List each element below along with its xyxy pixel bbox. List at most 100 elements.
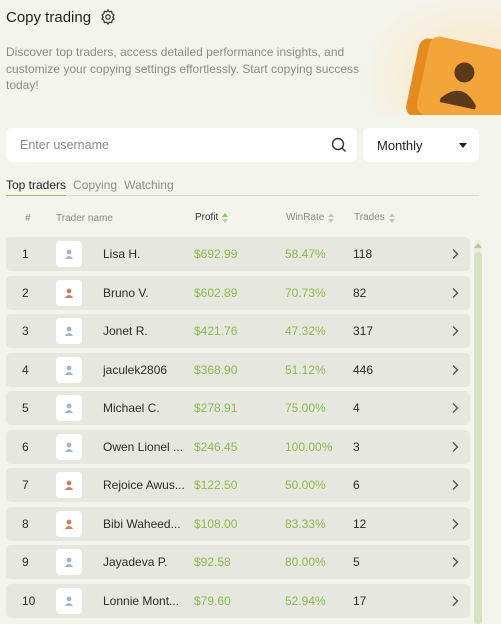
row-trader-name: Bruno V.	[103, 285, 149, 300]
chevron-right-icon[interactable]	[449, 314, 461, 348]
chevron-right-icon[interactable]	[449, 276, 461, 310]
table-row[interactable]: 5 Michael C. $278.91 75.00% 4	[6, 391, 470, 425]
row-trades: 4	[353, 401, 360, 415]
tab-top-traders[interactable]: Top traders	[6, 178, 67, 196]
avatar-user-icon	[56, 356, 82, 383]
avatar-user-icon	[56, 510, 82, 537]
row-profit: $122.50	[194, 478, 238, 492]
row-rank: 4	[22, 362, 29, 377]
tab-watching[interactable]: Watching	[124, 178, 174, 195]
chevron-right-icon[interactable]	[449, 353, 461, 387]
chevron-right-icon[interactable]	[449, 391, 461, 425]
period-selected: Monthly	[377, 137, 423, 153]
row-winrate: 50.00%	[285, 478, 326, 492]
row-trades: 6	[353, 478, 360, 492]
col-trades[interactable]: Trades	[354, 212, 395, 223]
table-row[interactable]: 8 Bibi Waheed... $108.00 83.33% 12	[6, 506, 470, 541]
row-trader-name: jaculek2806	[103, 362, 168, 377]
row-winrate: 51.12%	[285, 362, 326, 377]
gear-icon[interactable]	[99, 8, 117, 26]
row-profit: $92.58	[194, 555, 231, 569]
hero-illustration	[361, 0, 501, 115]
row-profit: $246.45	[194, 439, 238, 454]
row-profit: $692.99	[194, 247, 238, 261]
sort-icon	[388, 212, 395, 223]
row-rank: 9	[22, 555, 29, 569]
row-trader-name: Michael C.	[103, 401, 160, 415]
row-rank: 5	[22, 401, 29, 415]
row-rank: 10	[22, 593, 36, 608]
row-rank: 1	[22, 247, 29, 261]
avatar-user-icon	[56, 279, 82, 306]
table-row[interactable]: 3 Jonet R. $421.76 47.32% 317	[6, 314, 470, 348]
row-trader-name: Jayadeva P.	[103, 555, 168, 569]
chevron-right-icon[interactable]	[449, 430, 461, 464]
row-trader-name: Jonet R.	[103, 324, 148, 338]
col-trader-name: Trader name	[56, 213, 113, 224]
row-rank: 2	[22, 285, 29, 300]
table-row[interactable]: 6 Owen Lionel ... $246.45 100.00% 3	[6, 429, 470, 464]
row-winrate: 80.00%	[285, 555, 326, 569]
row-rank: 3	[22, 324, 29, 338]
caret-down-icon	[459, 142, 467, 148]
chevron-right-icon[interactable]	[449, 545, 461, 579]
table-row[interactable]: 10 Lonnie Mont... $79.60 52.94% 17	[6, 583, 470, 618]
row-winrate: 58.47%	[285, 247, 326, 261]
avatar-user-icon	[56, 472, 82, 498]
table-row[interactable]: 7 Rejoice Awus... $122.50 50.00% 6	[6, 468, 470, 502]
row-rank: 6	[22, 439, 29, 454]
row-rank: 7	[22, 478, 29, 492]
row-winrate: 83.33%	[285, 516, 326, 531]
col-profit[interactable]: Profit	[195, 212, 229, 223]
col-rank: #	[25, 213, 31, 224]
search-input[interactable]	[20, 138, 331, 152]
col-winrate[interactable]: WinRate	[286, 212, 335, 223]
row-profit: $278.91	[194, 401, 238, 415]
avatar-user-icon	[56, 395, 82, 421]
row-profit: $108.00	[194, 516, 238, 531]
col-profit-label: Profit	[195, 212, 219, 223]
row-trader-name: Owen Lionel ...	[103, 439, 184, 454]
avatar-user-icon	[56, 587, 82, 614]
scrollbar-thumb[interactable]	[474, 252, 482, 624]
avatar-user-icon	[56, 318, 82, 344]
row-winrate: 52.94%	[285, 593, 326, 608]
sort-icon	[328, 212, 335, 223]
table-row[interactable]: 1 Lisa H. $692.99 58.47% 118	[6, 237, 470, 271]
avatar-user-icon	[56, 241, 82, 267]
chevron-right-icon[interactable]	[449, 468, 461, 502]
scroll-up-arrow-icon[interactable]	[474, 241, 482, 249]
sort-icon	[222, 212, 229, 223]
row-trades: 82	[353, 285, 367, 300]
header: Copy trading	[6, 8, 117, 26]
table-header: # Trader name Profit WinRate Trades	[0, 210, 501, 226]
chevron-right-icon[interactable]	[449, 584, 461, 618]
page-description: Discover top traders, access detailed pe…	[6, 45, 360, 92]
avatar-user-icon	[56, 433, 82, 460]
row-profit: $79.60	[194, 593, 231, 608]
col-winrate-label: WinRate	[286, 212, 325, 223]
table-row[interactable]: 9 Jayadeva P. $92.58 80.00% 5	[6, 545, 470, 579]
chevron-right-icon[interactable]	[449, 237, 461, 271]
table-row[interactable]: 2 Bruno V. $602.89 70.73% 82	[6, 275, 470, 310]
row-trader-name: Rejoice Awus...	[103, 478, 185, 492]
row-trades: 12	[353, 516, 367, 531]
row-winrate: 47.32%	[285, 324, 326, 338]
row-trades: 446	[353, 362, 374, 377]
table-row[interactable]: 4 jaculek2806 $368.90 51.12% 446	[6, 352, 470, 387]
search-icon[interactable]	[331, 137, 347, 153]
tab-bar: Top traders Copying Watching	[6, 178, 479, 196]
row-trades: 118	[353, 247, 373, 261]
row-profit: $602.89	[194, 285, 238, 300]
period-dropdown[interactable]: Monthly	[363, 128, 479, 162]
row-trades: 3	[353, 439, 360, 454]
row-trades: 17	[353, 593, 367, 608]
col-trades-label: Trades	[354, 212, 385, 223]
row-profit: $368.90	[194, 362, 238, 377]
search-field	[6, 128, 357, 162]
row-winrate: 100.00%	[285, 439, 333, 454]
chevron-right-icon[interactable]	[449, 507, 461, 541]
tab-copying[interactable]: Copying	[73, 178, 117, 195]
row-trades: 5	[353, 555, 360, 569]
row-trader-name: Bibi Waheed...	[103, 516, 181, 531]
